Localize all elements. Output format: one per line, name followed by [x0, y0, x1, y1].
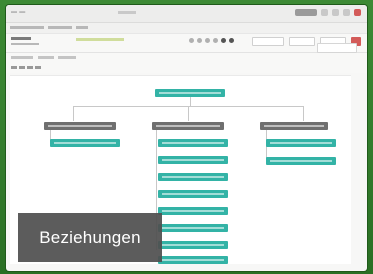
diagram-child-node[interactable]	[158, 207, 228, 215]
close-icon[interactable]	[354, 9, 361, 16]
diagram-child-node[interactable]	[158, 139, 228, 147]
connector-line	[73, 106, 74, 121]
record-title	[11, 37, 31, 40]
toolbar-action-icon[interactable]	[213, 38, 218, 43]
connector-line	[190, 96, 191, 106]
toolbar-action-icon[interactable]	[189, 38, 194, 43]
filter-select[interactable]	[289, 37, 315, 46]
tab-item[interactable]	[58, 56, 76, 59]
diagram-child-node[interactable]	[266, 139, 336, 147]
help-icon[interactable]	[343, 9, 350, 16]
diagram-child-node[interactable]	[158, 224, 228, 232]
filter-icon[interactable]	[19, 66, 25, 69]
toolbar	[6, 34, 367, 53]
group-header-node[interactable]	[260, 122, 328, 130]
diagram-root-node[interactable]	[155, 89, 225, 97]
search-input[interactable]	[317, 43, 357, 53]
filter-icon[interactable]	[27, 66, 33, 69]
filter-icon[interactable]	[11, 66, 17, 69]
diagram-child-node[interactable]	[158, 241, 228, 249]
diagram-child-node[interactable]	[50, 139, 120, 147]
top-icons	[295, 9, 361, 16]
toolbar-icons	[189, 38, 234, 43]
record-subtitle	[11, 43, 39, 45]
app-logo: ▬ ▬	[11, 9, 26, 15]
breadcrumb-item[interactable]	[76, 26, 88, 29]
diagram-child-node[interactable]	[158, 156, 228, 164]
connector-line	[303, 106, 304, 121]
toolbar-action-icon[interactable]	[205, 38, 210, 43]
notification-icon[interactable]	[321, 9, 328, 16]
toolbar-action-icon[interactable]	[221, 38, 226, 43]
toolbar-action-icon[interactable]	[197, 38, 202, 43]
diagram-child-node[interactable]	[158, 173, 228, 181]
window-title	[118, 11, 136, 14]
view-select[interactable]	[252, 37, 284, 46]
diagram-child-node[interactable]	[158, 256, 228, 264]
caption-overlay: Beziehungen	[18, 213, 162, 262]
top-bar: ▬ ▬	[6, 5, 367, 23]
group-header-node[interactable]	[152, 122, 224, 130]
group-header-node[interactable]	[44, 122, 116, 130]
settings-icon[interactable]	[332, 9, 339, 16]
diagram-child-node[interactable]	[266, 157, 336, 165]
breadcrumb-item[interactable]	[10, 26, 44, 29]
filter-icon[interactable]	[35, 66, 41, 69]
breadcrumb-item[interactable]	[48, 26, 72, 29]
tab-row	[6, 53, 367, 63]
user-avatar-icon[interactable]	[295, 9, 317, 16]
diagram-child-node[interactable]	[158, 190, 228, 198]
breadcrumb	[6, 23, 367, 34]
connector-line	[188, 106, 189, 121]
tab-item[interactable]	[11, 56, 33, 59]
tab-item[interactable]	[38, 56, 54, 59]
caption-text: Beziehungen	[39, 227, 141, 247]
filter-row	[6, 63, 367, 73]
record-header	[11, 37, 39, 45]
record-link[interactable]	[76, 38, 124, 41]
toolbar-action-icon[interactable]	[229, 38, 234, 43]
